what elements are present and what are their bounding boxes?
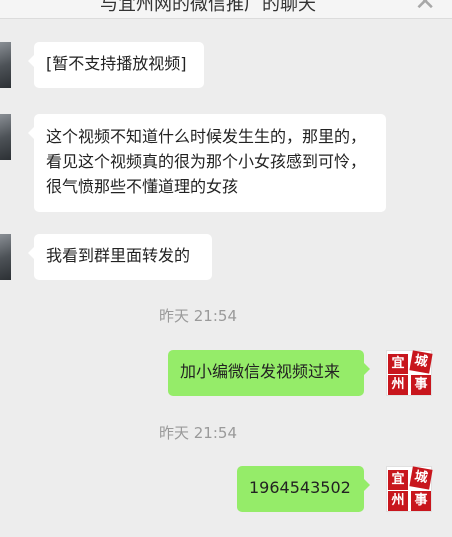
message-text: 1964543502 (249, 478, 351, 497)
avatar-logo-char: 事 (411, 491, 431, 511)
avatar-logo-char: 城 (409, 350, 433, 374)
avatar-logo-char: 宜 (388, 354, 408, 374)
contact-avatar[interactable] (0, 114, 11, 160)
message-text: 这个视频不知道什么时候发生生的，那里的，看见这个视频真的很为那个小女孩感到可怜，… (46, 127, 367, 196)
close-icon[interactable]: ✕ (414, 0, 436, 17)
avatar-logo-char: 城 (409, 466, 433, 490)
message-bubble-outgoing[interactable]: 1964543502 (237, 466, 370, 512)
message-text: 我看到群里面转发的 (46, 246, 191, 265)
timestamp: 昨天 21:54 (159, 307, 237, 325)
my-avatar[interactable]: 宜 城 州 事 (386, 350, 433, 396)
avatar-logo-char: 宜 (388, 470, 408, 490)
chat-title-bar: 与宜州网的微信推广的聊天 ✕ (0, 0, 452, 19)
avatar-logo-char: 州 (388, 375, 408, 395)
message-bubble-incoming[interactable]: [暂不支持播放视频] (28, 42, 204, 88)
timestamp: 昨天 21:54 (159, 424, 237, 442)
contact-avatar[interactable] (0, 42, 11, 88)
contact-avatar[interactable] (0, 234, 11, 280)
message-text: [暂不支持播放视频] (46, 54, 187, 73)
avatar-logo-char: 事 (411, 375, 431, 395)
message-bubble-outgoing[interactable]: 加小编微信发视频过来 (168, 350, 370, 396)
chat-title: 与宜州网的微信推广的聊天 (100, 0, 316, 15)
message-text: 加小编微信发视频过来 (180, 362, 341, 381)
my-avatar[interactable]: 宜 城 州 事 (386, 466, 433, 512)
avatar-logo-char: 州 (388, 491, 408, 511)
message-bubble-incoming[interactable]: 我看到群里面转发的 (28, 234, 212, 280)
message-bubble-incoming[interactable]: 这个视频不知道什么时候发生生的，那里的，看见这个视频真的很为那个小女孩感到可怜，… (28, 114, 386, 212)
